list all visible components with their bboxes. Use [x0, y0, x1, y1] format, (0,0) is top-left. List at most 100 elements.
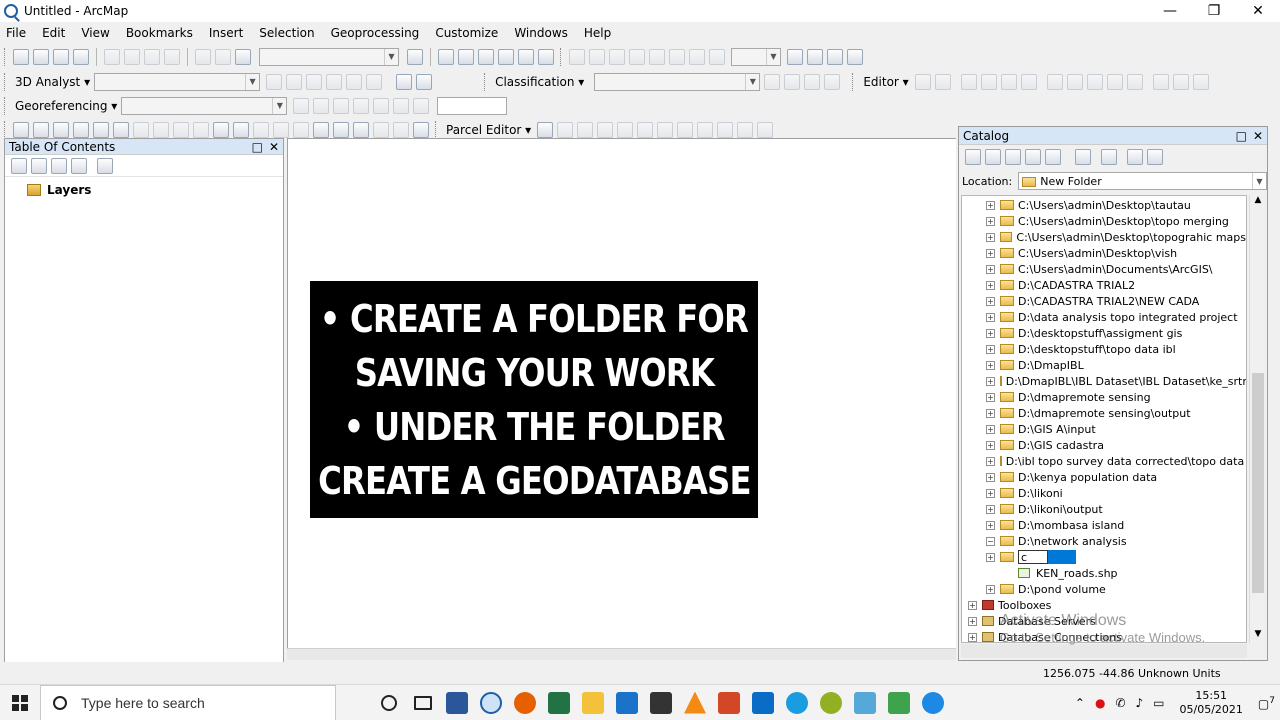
parcel-select-icon[interactable]	[537, 121, 554, 138]
zoom-in-icon[interactable]	[569, 48, 585, 65]
store-icon[interactable]	[644, 685, 678, 720]
arcglobe-icon[interactable]	[416, 73, 433, 90]
arctoolbox-icon[interactable]	[498, 48, 514, 65]
tree-item[interactable]: − D:\network analysis	[962, 533, 1246, 549]
home-folder-icon[interactable]	[1025, 149, 1041, 165]
catalog-close-icon[interactable]: ✕	[1253, 129, 1263, 143]
line-of-sight-icon[interactable]	[306, 73, 323, 90]
rotate-icon[interactable]	[1126, 73, 1143, 90]
list-by-drawing-order-icon[interactable]	[11, 157, 27, 174]
parcel-join-icon[interactable]	[557, 121, 574, 138]
interpolate-line-icon[interactable]	[346, 73, 363, 90]
expand-icon[interactable]: +	[986, 408, 995, 418]
toolboxes-node[interactable]: + Toolboxes	[962, 597, 1246, 613]
parcel-points-icon[interactable]	[717, 121, 734, 138]
expand-icon[interactable]: +	[986, 440, 995, 450]
expand-icon[interactable]: +	[986, 424, 995, 434]
zoom-out-tool-icon[interactable]	[33, 121, 49, 138]
map-horizontal-scrollbar[interactable]	[287, 648, 956, 660]
clear-selection-icon[interactable]	[193, 121, 209, 138]
point-icon[interactable]	[1020, 73, 1037, 90]
steepest-path-icon[interactable]	[286, 73, 303, 90]
mail-icon[interactable]	[746, 685, 780, 720]
georef-layer-combo[interactable]: ▼	[121, 96, 288, 115]
tree-item[interactable]: + D:\pond volume	[962, 581, 1246, 597]
add-data-icon[interactable]	[235, 48, 251, 65]
rotate-raster-icon[interactable]	[293, 97, 310, 114]
expand-icon[interactable]: +	[968, 632, 977, 642]
parcel-split-icon[interactable]	[597, 121, 614, 138]
find-route-icon[interactable]	[333, 121, 349, 138]
zoom-out-icon[interactable]	[589, 48, 605, 65]
toolbar-grip[interactable]	[484, 72, 487, 91]
toolbar-grip[interactable]	[435, 120, 438, 139]
select-elements-icon[interactable]	[213, 121, 229, 138]
scale-combo[interactable]: ▼	[259, 47, 399, 66]
select-features-icon[interactable]	[173, 121, 189, 138]
tree-item[interactable]: + D:\dmapremote sensing	[962, 389, 1246, 405]
scrollbar-thumb[interactable]	[1252, 373, 1264, 593]
cortana-icon[interactable]	[372, 685, 406, 720]
clock[interactable]: 15:51 05/05/2021	[1180, 689, 1243, 717]
firefox-icon[interactable]	[508, 685, 542, 720]
time-slider-icon[interactable]	[373, 121, 389, 138]
tree-item[interactable]: + D:\mombasa island	[962, 517, 1246, 533]
menu-view[interactable]: View	[75, 26, 115, 40]
new-icon[interactable]	[13, 48, 29, 65]
battery-icon[interactable]: ▭	[1153, 696, 1164, 710]
expand-icon[interactable]: +	[986, 472, 995, 482]
data-driven-pages-icon[interactable]	[847, 48, 863, 65]
rotate-degrees-icon[interactable]	[413, 97, 430, 114]
menu-selection[interactable]: Selection	[253, 26, 320, 40]
contour-icon[interactable]	[266, 73, 283, 90]
fixed-zoom-out-icon[interactable]	[669, 48, 685, 65]
identify-icon[interactable]	[233, 121, 249, 138]
expand-icon[interactable]: +	[986, 248, 995, 258]
expand-icon[interactable]: +	[986, 456, 995, 466]
start-button[interactable]	[0, 685, 40, 720]
new-folder-icon[interactable]	[1101, 149, 1117, 165]
arcscene-icon[interactable]	[396, 73, 413, 90]
expand-icon[interactable]: +	[986, 296, 995, 306]
list-by-source-icon[interactable]	[31, 157, 47, 174]
cut-icon[interactable]	[104, 48, 120, 65]
tree-item[interactable]: + D:\likoni	[962, 485, 1246, 501]
tree-item[interactable]: + D:\ibl topo survey data corrected\topo …	[962, 453, 1246, 469]
expand-icon[interactable]: +	[986, 312, 995, 322]
tree-item[interactable]: + D:\DmapIBL\IBL Dataset\IBL Dataset\ke_s…	[962, 373, 1246, 389]
parcel-extra-icon[interactable]	[757, 121, 774, 138]
expand-icon[interactable]: +	[986, 376, 995, 386]
hyperlink-icon[interactable]	[253, 121, 269, 138]
toolbar-grip[interactable]	[560, 47, 563, 66]
attributes-icon[interactable]	[1152, 73, 1169, 90]
modelbuilder-icon[interactable]	[538, 48, 554, 65]
3d-layer-combo[interactable]: ▼	[94, 72, 261, 91]
expand-icon[interactable]: +	[986, 584, 995, 594]
arcmap-taskbar-icon[interactable]	[474, 685, 508, 720]
editor-toolbar-icon[interactable]	[407, 48, 423, 65]
full-extent-icon[interactable]	[629, 48, 645, 65]
expand-icon[interactable]: +	[986, 264, 995, 274]
record-icon[interactable]: ●	[1095, 696, 1105, 710]
split-icon[interactable]	[1106, 73, 1123, 90]
redo-icon[interactable]	[215, 48, 231, 65]
fixed-zoom-in-tool-icon[interactable]	[93, 121, 109, 138]
vlc-icon[interactable]	[678, 685, 712, 720]
parcel-details-icon[interactable]	[637, 121, 654, 138]
toc-autohide-icon[interactable]: □	[252, 140, 263, 154]
auto-registration-icon[interactable]	[393, 97, 410, 114]
expand-icon[interactable]: +	[986, 328, 995, 338]
expand-icon[interactable]: +	[986, 216, 995, 226]
edit-vertices-icon[interactable]	[1046, 73, 1063, 90]
expand-icon[interactable]: +	[986, 360, 995, 370]
parcel-merge-icon[interactable]	[657, 121, 674, 138]
qgis-icon[interactable]	[814, 685, 848, 720]
training-manager-icon[interactable]	[764, 73, 781, 90]
menu-help[interactable]: Help	[578, 26, 617, 40]
taskbar-search[interactable]: Type here to search	[40, 684, 336, 720]
expand-icon[interactable]: +	[968, 616, 977, 626]
shift-raster-icon[interactable]	[313, 97, 330, 114]
views-icon[interactable]	[1075, 149, 1091, 165]
word-icon[interactable]	[440, 685, 474, 720]
show-hidden-icons-icon[interactable]: ⌃	[1075, 696, 1085, 710]
